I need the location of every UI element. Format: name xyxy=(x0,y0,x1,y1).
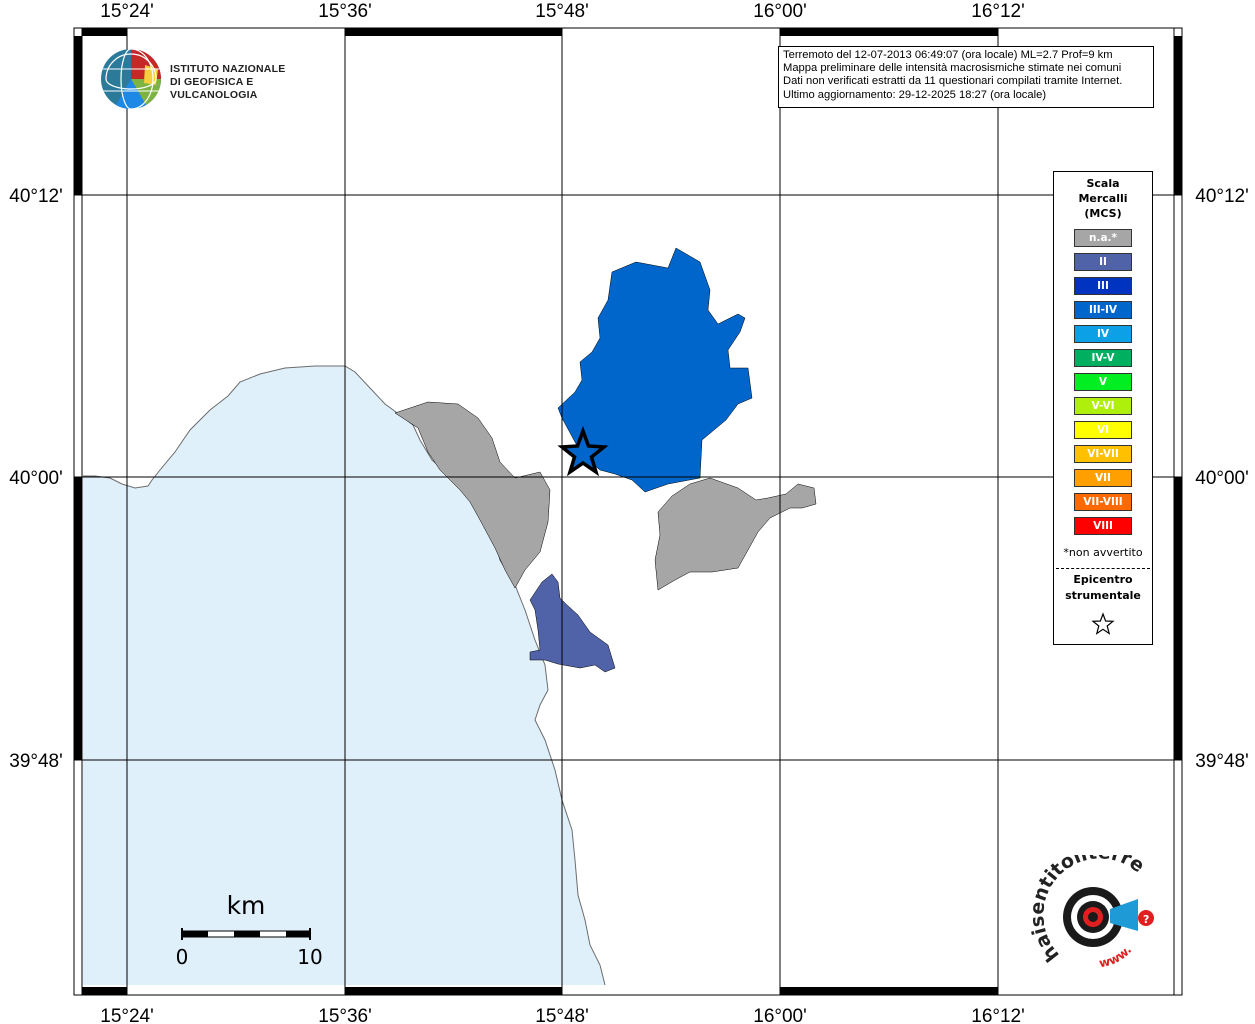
haisentito-logo-graphic: ? haisentitoilterremoto.it www. xyxy=(1020,838,1154,970)
scale-max-label: 10 xyxy=(297,945,322,969)
event-info-box: Terremoto del 12-07-2013 06:49:07 (ora l… xyxy=(778,46,1154,108)
lat-label-left: 39°48' xyxy=(9,751,63,772)
legend-separator xyxy=(1056,568,1150,569)
legend-item: III-IV xyxy=(1074,301,1132,319)
legend-title-line1: Scala xyxy=(1086,177,1120,190)
lon-label-top: 15°24' xyxy=(100,1,154,22)
svg-text:?: ? xyxy=(1143,913,1149,926)
lat-label-left: 40°00' xyxy=(9,468,63,489)
legend-item: II xyxy=(1074,253,1132,271)
info-line2: Mappa preliminare delle intensità macros… xyxy=(783,62,1122,75)
legend-item: VII-VIII xyxy=(1074,493,1132,511)
lat-label-right: 40°00' xyxy=(1195,468,1249,489)
haisentito-www: www. xyxy=(1098,943,1134,970)
sea-area xyxy=(83,366,605,985)
ingv-line2: DI GEOFISICA E VULCANOLOGIA xyxy=(170,76,258,101)
haisentito-logo: ? haisentitoilterremoto.it www. xyxy=(1020,838,1170,980)
legend-item: VI-VII xyxy=(1074,445,1132,463)
commune-east xyxy=(654,477,817,591)
legend-title-line2: Mercalli xyxy=(1078,192,1128,205)
info-line4: Ultimo aggiornamento: 29-12-2025 18:27 (… xyxy=(783,88,1047,101)
legend-epicenter-line2: strumentale xyxy=(1065,589,1141,602)
lon-label-bottom: 15°48' xyxy=(535,1006,589,1024)
legend-star-icon xyxy=(1091,612,1115,635)
legend-note: *non avvertito xyxy=(1063,546,1143,559)
legend-item: IV xyxy=(1074,325,1132,343)
legend-item: VI xyxy=(1074,421,1132,439)
lon-label-bottom: 16°00' xyxy=(753,1006,807,1024)
legend-epicenter-label: Epicentro strumentale xyxy=(1054,572,1152,604)
commune-south xyxy=(529,573,616,673)
legend-item: V-VI xyxy=(1074,397,1132,415)
lat-label-right: 40°12' xyxy=(1195,186,1249,207)
legend-item: VII xyxy=(1074,469,1132,487)
lon-label-top: 16°12' xyxy=(971,1,1025,22)
info-line3: Dati non verificati estratti da 11 quest… xyxy=(783,75,1123,88)
lat-label-right: 39°48' xyxy=(1195,751,1249,772)
lon-label-top: 15°48' xyxy=(535,1,589,22)
legend-item: III xyxy=(1074,277,1132,295)
mcs-legend: Scala Mercalli (MCS) n.a.* II III III-IV IV I… xyxy=(1053,171,1153,645)
lon-label-bottom: 15°36' xyxy=(318,1006,372,1024)
legend-item: V xyxy=(1074,373,1132,391)
ingv-logo: ISTITUTO NAZIONALE DI GEOFISICA E VULCAN… xyxy=(100,47,330,111)
info-line1: Terremoto del 12-07-2013 06:49:07 (ora l… xyxy=(783,49,1113,61)
legend-item: n.a.* xyxy=(1074,229,1132,247)
lon-label-bottom: 15°24' xyxy=(100,1006,154,1024)
lon-label-top: 16°00' xyxy=(753,1,807,22)
legend-item: VIII xyxy=(1074,517,1132,535)
lon-label-top: 15°36' xyxy=(318,1,372,22)
globe-icon xyxy=(101,48,161,110)
legend-epicenter-line1: Epicentro xyxy=(1073,573,1133,586)
lat-label-left: 40°12' xyxy=(9,186,63,207)
legend-title-line3: (MCS) xyxy=(1084,207,1122,220)
lon-label-bottom: 16°12' xyxy=(971,1006,1025,1024)
legend-item: IV-V xyxy=(1074,349,1132,367)
scale-min-label: 0 xyxy=(176,945,189,969)
scale-unit: km xyxy=(227,891,266,920)
ingv-line1: ISTITUTO NAZIONALE xyxy=(170,63,286,75)
